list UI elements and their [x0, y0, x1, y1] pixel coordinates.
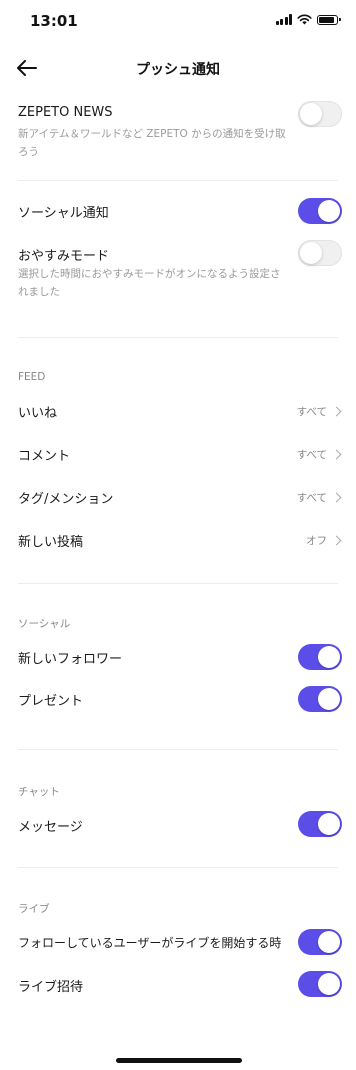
- feed-item-tags-value[interactable]: すべて: [296, 490, 342, 505]
- message-toggle[interactable]: [298, 811, 342, 837]
- live-start-label: フォローしているユーザーがライブを開始する時: [18, 936, 282, 950]
- divider: [18, 749, 338, 750]
- live-section-header: ライブ: [18, 903, 50, 915]
- new-follower-toggle[interactable]: [298, 644, 342, 670]
- status-icons: [275, 14, 341, 25]
- zepeto-news-toggle[interactable]: [298, 101, 342, 127]
- sleep-mode-label: おやすみモード: [18, 249, 110, 264]
- chat-section-header: チャット: [18, 786, 60, 798]
- social-notification-label: ソーシャル通知: [18, 206, 109, 221]
- message-label: メッセージ: [18, 820, 83, 835]
- divider: [18, 337, 338, 338]
- chevron-right-icon: [331, 492, 342, 503]
- feed-item-new-posts-label: 新しい投稿: [18, 535, 84, 550]
- divider: [18, 583, 338, 584]
- feed-item-comments-value[interactable]: すべて: [296, 447, 342, 462]
- sleep-mode-toggle[interactable]: [298, 240, 342, 266]
- live-invite-label: ライブ招待: [18, 980, 84, 995]
- home-indicator[interactable]: [116, 1058, 242, 1063]
- feed-item-tags-label: タグ/メンション: [18, 492, 114, 507]
- live-start-toggle[interactable]: [298, 929, 342, 955]
- divider: [18, 180, 338, 181]
- feed-item-new-posts-value[interactable]: オフ: [306, 533, 342, 548]
- value-text: オフ: [306, 535, 327, 547]
- feed-item-comments-label: コメント: [18, 449, 71, 464]
- zepeto-news-description: 新アイテム＆ワールドなど ZEPETO からの通知を受け取ろう: [18, 128, 286, 158]
- social-notification-toggle[interactable]: [298, 198, 342, 224]
- social-section-header: ソーシャル: [18, 618, 71, 630]
- chevron-right-icon: [331, 535, 342, 546]
- value-text: すべて: [296, 492, 327, 504]
- divider: [18, 867, 338, 868]
- chevron-right-icon: [331, 449, 342, 460]
- value-text: すべて: [296, 449, 327, 461]
- value-text: すべて: [296, 406, 327, 418]
- page-title: プッシュ通知: [136, 62, 220, 78]
- live-invite-toggle[interactable]: [298, 971, 342, 997]
- chevron-right-icon: [331, 406, 342, 417]
- cellular-signal-icon: [275, 14, 292, 25]
- present-label: プレゼント: [18, 694, 84, 709]
- feed-item-likes-value[interactable]: すべて: [296, 404, 342, 419]
- present-toggle[interactable]: [298, 686, 342, 712]
- new-follower-label: 新しいフォロワー: [18, 652, 123, 667]
- feed-section-header: FEED: [18, 371, 46, 383]
- battery-icon: [317, 14, 341, 25]
- wifi-icon: [297, 14, 312, 25]
- feed-item-likes-label: いいね: [18, 406, 58, 421]
- zepeto-news-label: ZEPETO NEWS: [18, 105, 113, 120]
- status-time: 13:01: [30, 12, 78, 30]
- sleep-mode-description: 選択した時間におやすみモードがオンになるよう設定されました: [18, 268, 281, 298]
